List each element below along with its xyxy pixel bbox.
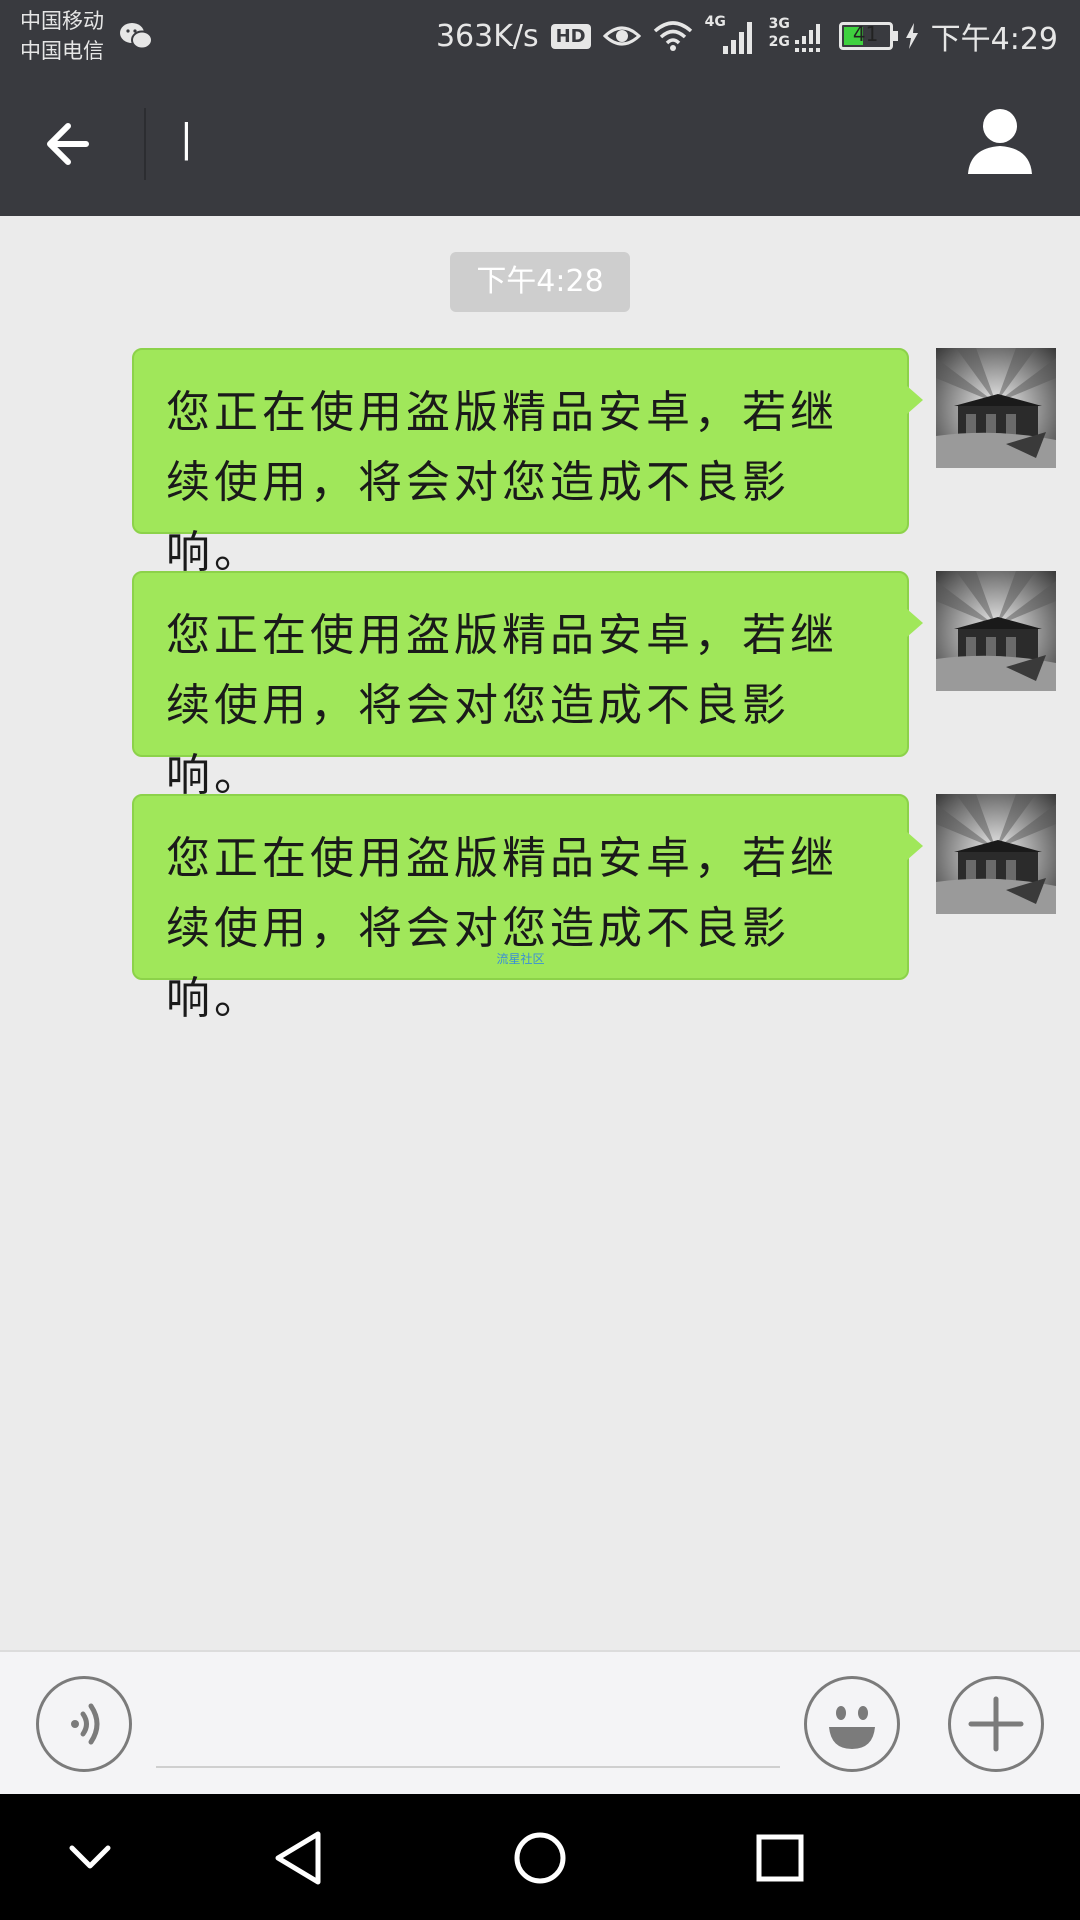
message-input[interactable] — [156, 1682, 780, 1768]
emoji-icon — [829, 1706, 875, 1749]
hd-badge: HD — [550, 23, 591, 49]
avatar-image — [936, 794, 1056, 914]
title-divider — [144, 108, 146, 180]
message-text: 您正在使用盗版精品安卓，若继续使用，将会对您造成不良影响。 — [166, 833, 838, 1024]
avatar-image — [936, 571, 1056, 691]
more-button[interactable] — [948, 1676, 1044, 1772]
back-arrow-icon[interactable] — [36, 108, 108, 180]
wechat-icon — [120, 23, 153, 50]
carrier-info: 中国移动 中国电信 — [20, 6, 104, 66]
battery-level: 41 — [852, 22, 879, 46]
avatar[interactable] — [936, 571, 1056, 691]
battery-icon: 41 — [838, 22, 898, 50]
avatar[interactable] — [936, 794, 1056, 914]
carrier-2: 中国电信 — [20, 39, 104, 63]
eye-icon — [602, 26, 641, 46]
plus-icon — [968, 1696, 1024, 1752]
navigation-bar — [0, 1794, 1080, 1920]
status-bar: 中国移动 中国电信 363K/s HD 4G 3G 2G 41 下午4:29 — [0, 0, 1080, 72]
input-bar — [0, 1650, 1080, 1794]
home-circle-icon[interactable] — [500, 1818, 580, 1898]
message-bubble[interactable]: 您正在使用盗版精品安卓，若继续使用，将会对您造成不良影响。 — [132, 571, 909, 801]
title-bar: | — [0, 72, 1080, 216]
avatar-image — [936, 348, 1056, 468]
wifi-icon — [653, 21, 692, 51]
voice-icon — [71, 1703, 100, 1745]
signal-3g2g: 3G 2G — [769, 16, 827, 56]
message-bubble[interactable]: 您正在使用盗版精品安卓，若继续使用，将会对您造成不良影响。 流星社区 — [132, 794, 909, 1024]
notification-pulldown-icon[interactable] — [50, 1818, 130, 1898]
recents-square-icon[interactable] — [740, 1818, 820, 1898]
carrier-1: 中国移动 — [20, 9, 104, 33]
chat-timestamp: 下午4:28 — [450, 252, 630, 312]
avatar[interactable] — [936, 348, 1056, 468]
message-text: 您正在使用盗版精品安卓，若继续使用，将会对您造成不良影响。 — [166, 387, 838, 578]
status-icons: 363K/s HD 4G 3G 2G 41 下午4:29 — [436, 0, 1058, 72]
signal-icon — [722, 22, 752, 54]
charging-icon — [905, 23, 918, 49]
signal-dots-icon — [794, 24, 820, 52]
person-icon[interactable] — [960, 102, 1040, 182]
voice-button[interactable] — [36, 1676, 132, 1772]
chat-title: | — [180, 116, 193, 160]
message-text: 您正在使用盗版精品安卓，若继续使用，将会对您造成不良影响。 — [166, 610, 838, 801]
watermark: 流星社区 — [496, 952, 545, 966]
signal-4g: 4G — [705, 14, 757, 56]
status-time: 下午4:29 — [930, 22, 1058, 57]
message-bubble[interactable]: 您正在使用盗版精品安卓，若继续使用，将会对您造成不良影响。 — [132, 348, 909, 578]
emoji-button[interactable] — [804, 1676, 900, 1772]
back-triangle-icon[interactable] — [260, 1818, 340, 1898]
network-speed: 363K/s — [435, 18, 539, 54]
